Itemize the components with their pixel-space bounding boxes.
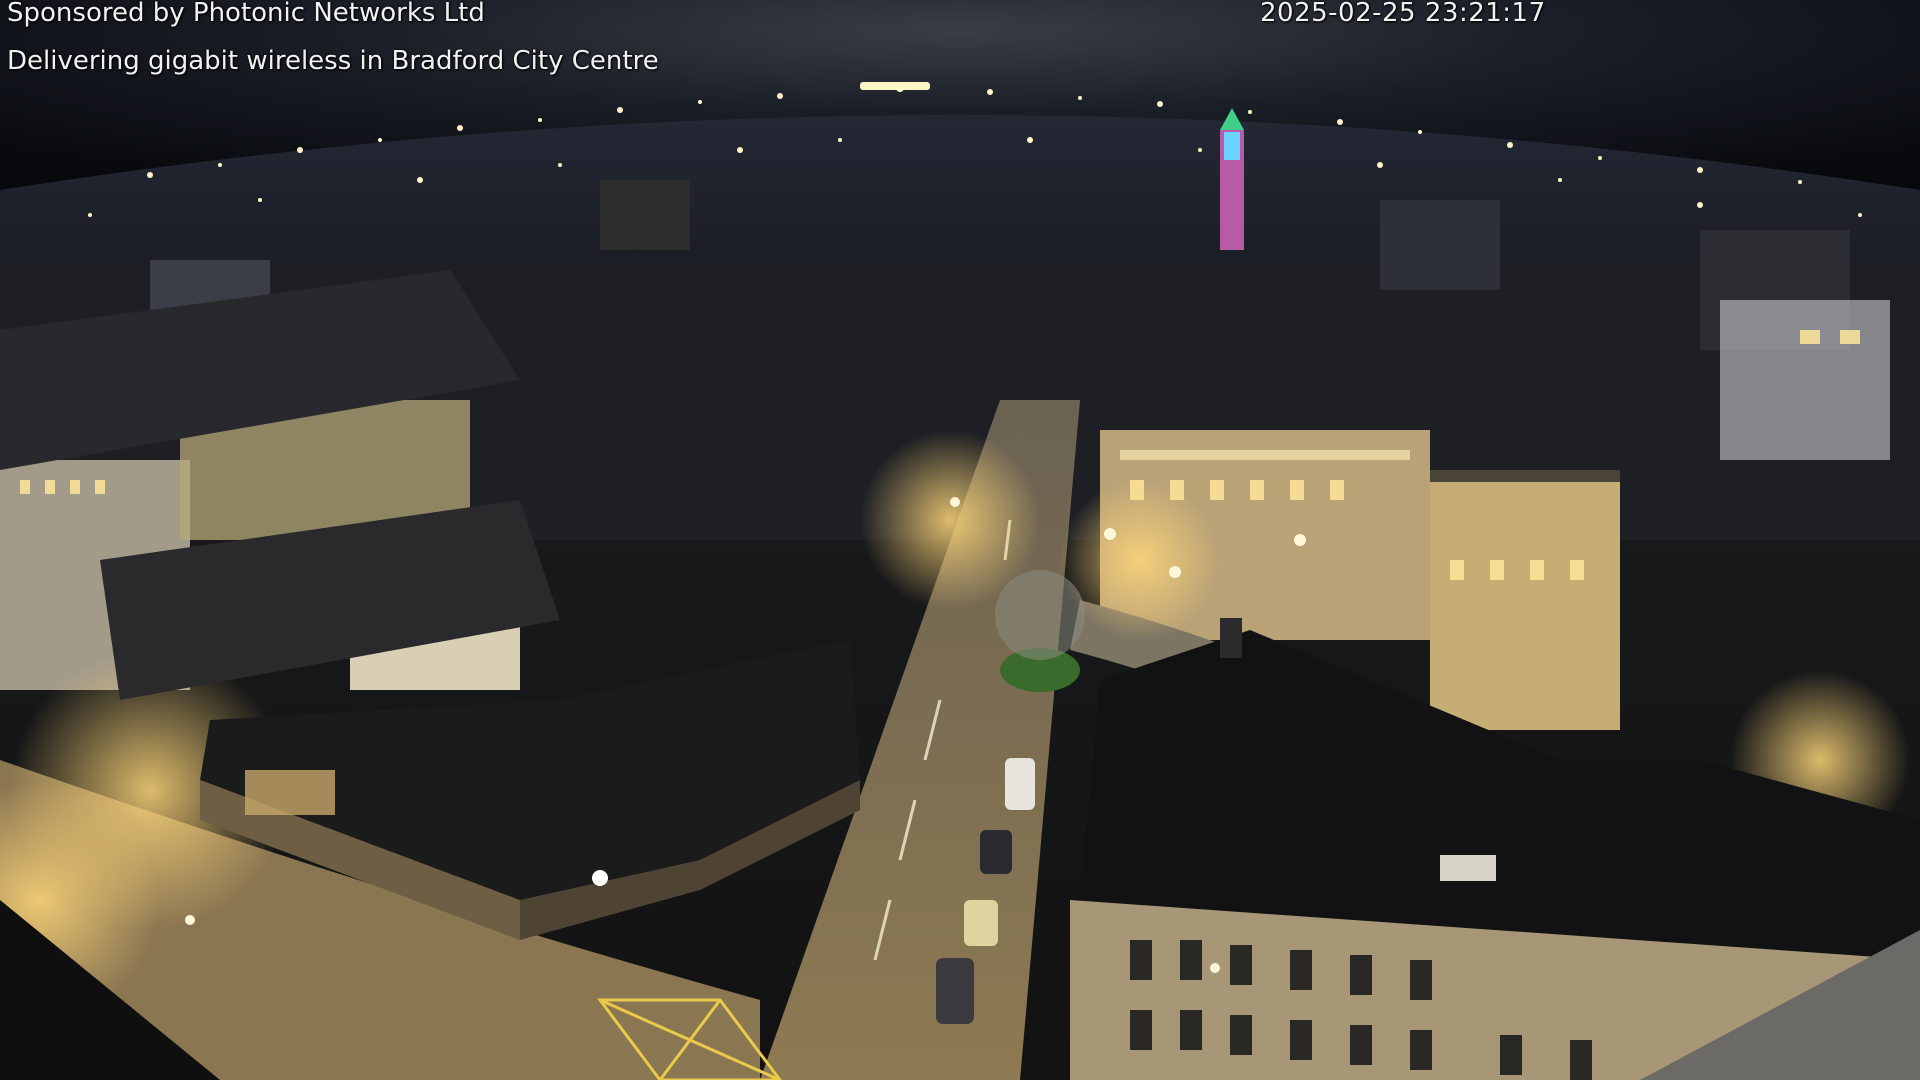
- city-night-scene: [0, 0, 1920, 1080]
- tagline-caption: Delivering gigabit wireless in Bradford …: [7, 46, 659, 76]
- timestamp-caption: 2025-02-25 23:21:17: [1260, 0, 1546, 28]
- sponsor-caption: Sponsored by Photonic Networks Ltd: [7, 0, 485, 28]
- webcam-frame: Sponsored by Photonic Networks Ltd Deliv…: [0, 0, 1920, 1080]
